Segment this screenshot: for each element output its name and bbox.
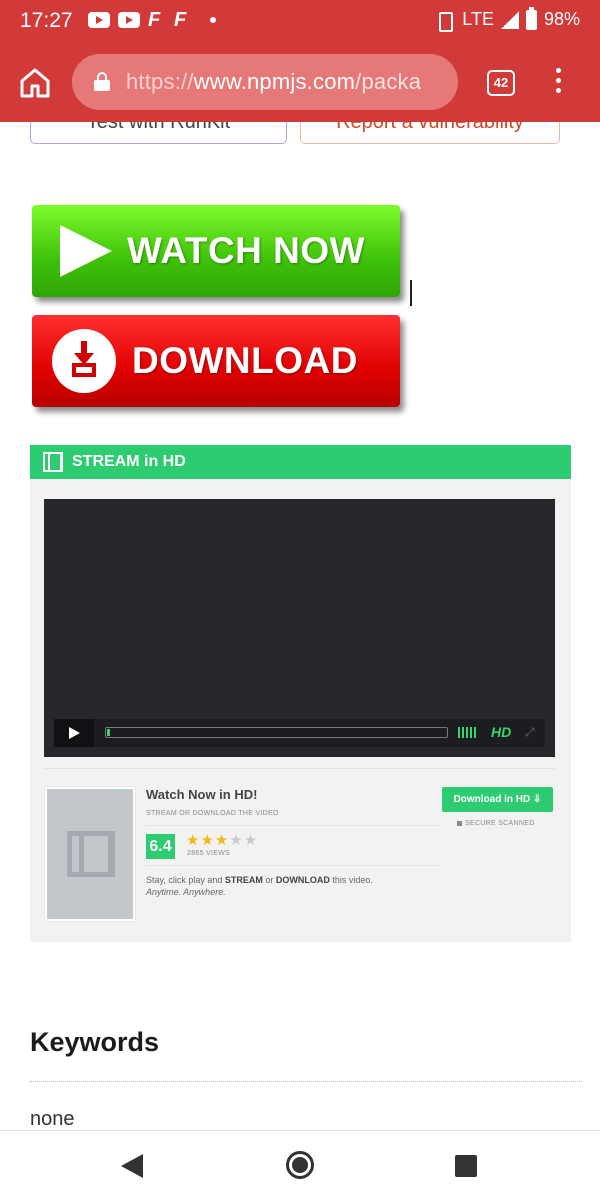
tagline: Anytime. Anywhere. (146, 887, 226, 897)
star-rating: ★★★★★ (186, 831, 258, 849)
star-filled-icon: ★ (200, 832, 215, 849)
view-count: 2865 VIEWS (187, 850, 231, 857)
youtube-notification-icon (88, 12, 110, 28)
foursquare-notification-icon: F (148, 9, 161, 31)
download-banner[interactable]: DOWNLOAD (32, 315, 400, 407)
watch-now-label: WATCH NOW (127, 230, 366, 271)
download-icon (52, 329, 116, 393)
film-placeholder-icon (67, 831, 115, 877)
fullscreen-icon[interactable]: ⤢ (525, 726, 537, 738)
video-description: Stay, click play and STREAM or DOWNLOAD … (146, 874, 446, 898)
hd-badge[interactable]: HD (491, 724, 511, 740)
star-empty-icon: ★ (229, 832, 244, 849)
signal-icon (500, 10, 519, 29)
home-icon[interactable] (18, 66, 52, 100)
star-filled-icon: ★ (214, 832, 230, 849)
report-vulnerability-button[interactable]: Report a vulnerability (300, 122, 560, 144)
divider (44, 768, 555, 769)
secure-scanned-label: SECURE SCANNED (457, 820, 535, 827)
stream-widget: STREAM in HD HD ⤢ Watch Now in HD! STREA… (30, 445, 571, 942)
rating-score: 6.4 (146, 834, 175, 859)
keywords-value: none (30, 1108, 75, 1130)
system-status: LTE 98% (433, 6, 580, 32)
watch-now-banner[interactable]: WATCH NOW (32, 205, 400, 297)
battery-icon (525, 6, 537, 30)
stream-header: STREAM in HD (30, 445, 571, 479)
play-icon (60, 225, 112, 277)
foursquare-notification-icon: F (174, 9, 187, 31)
address-bar[interactable]: https://www.npmjs.com/packa (72, 54, 458, 110)
status-bar: 17:27 F F LTE 98% (0, 0, 600, 42)
vibrate-icon (433, 11, 455, 32)
battery-level: 98% (543, 9, 580, 29)
status-time: 17:27 (20, 9, 73, 32)
player-controls: HD ⤢ (54, 719, 545, 747)
star-filled-icon: ★ (186, 832, 201, 849)
more-notifications-dot-icon (210, 17, 216, 23)
navigation-bar (0, 1130, 600, 1200)
overflow-menu-icon[interactable] (553, 68, 563, 98)
download-label: DOWNLOAD (132, 340, 358, 381)
text-cursor (410, 280, 412, 306)
lock-icon (94, 72, 110, 91)
tab-switcher-button[interactable]: 42 (487, 70, 515, 96)
video-thumbnail[interactable] (45, 787, 135, 921)
back-icon[interactable] (121, 1154, 143, 1178)
divider (30, 1081, 582, 1082)
browser-toolbar: https://www.npmjs.com/packa 42 (0, 42, 600, 122)
player-play-button[interactable] (54, 719, 94, 747)
runkit-button[interactable]: Test with RunKit (30, 122, 287, 144)
volume-icon[interactable] (458, 727, 476, 738)
progress-bar[interactable] (105, 727, 448, 738)
notification-icons: F F (88, 10, 216, 30)
divider (146, 825, 440, 826)
download-hd-button[interactable]: Download in HD ⇩ (442, 787, 553, 812)
keywords-heading: Keywords (30, 1027, 160, 1057)
stream-header-title: STREAM in HD (72, 453, 186, 470)
video-player[interactable]: HD ⤢ (44, 499, 555, 757)
info-title: Watch Now in HD! (146, 787, 258, 802)
film-icon (43, 452, 63, 472)
web-page: Test with RunKit Report a vulnerability … (0, 122, 600, 1130)
divider (146, 865, 440, 866)
progress-fill (107, 729, 110, 736)
star-empty-icon: ★ (243, 832, 259, 849)
home-circle-icon[interactable] (286, 1151, 314, 1179)
info-subtitle: STREAM OR DOWNLOAD THE VIDEO (146, 810, 279, 817)
youtube-notification-icon (118, 12, 140, 28)
url-text: https://www.npmjs.com/packa (126, 69, 422, 94)
network-type: LTE (462, 9, 494, 29)
recent-apps-icon[interactable] (455, 1155, 477, 1177)
